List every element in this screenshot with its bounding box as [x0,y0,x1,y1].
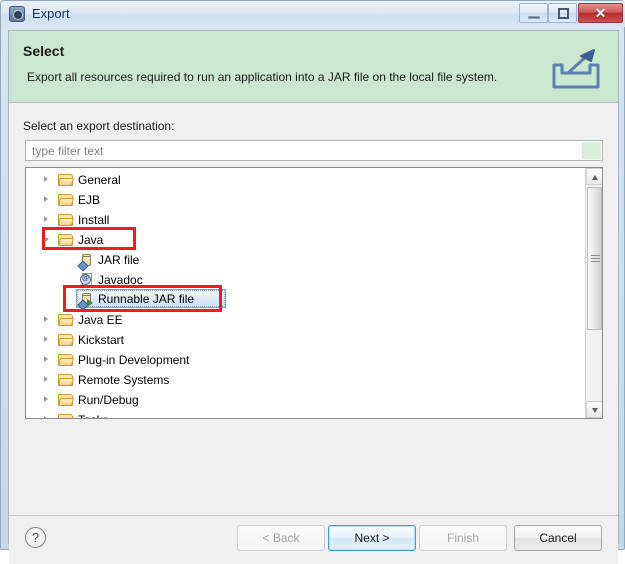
folder-icon [58,314,74,326]
chevron-right-icon[interactable] [44,216,48,222]
tree-item-label: Remote Systems [78,373,170,387]
dialog-button-bar: ? < Back Next > Finish Cancel [9,515,618,564]
chevron-right-icon[interactable] [44,176,48,182]
filter-input-wrapper[interactable]: type filter text [25,140,603,161]
export-destination-tree[interactable]: General EJB Install Java JAR file @ Java… [25,167,603,419]
cancel-button[interactable]: Cancel [514,525,602,551]
next-button[interactable]: Next > [328,525,416,551]
page-title: Select [23,43,65,59]
folder-icon [58,214,74,226]
tree-item-label: EJB [78,193,101,207]
tree-item-label: JAR file [98,253,140,267]
chevron-right-icon[interactable] [44,396,48,402]
scroll-up-button[interactable] [586,168,602,185]
chevron-right-icon[interactable] [44,416,48,418]
page-description: Export all resources required to run an … [27,70,498,84]
scrollbar-grip-icon [591,254,600,263]
help-icon[interactable]: ? [25,527,46,548]
close-icon: ✕ [594,5,607,21]
export-tray-arrow-icon [552,49,600,89]
dialog-content: Select Export all resources required to … [8,30,619,564]
runnable-jar-file-highlight [63,285,222,312]
chevron-right-icon[interactable] [44,316,48,322]
filter-input[interactable]: type filter text [32,144,103,158]
tree-item-label: General [78,173,121,187]
finish-button[interactable]: Finish [419,525,507,551]
jar-file-icon [77,253,93,272]
folder-icon [58,374,74,386]
filter-clear-icon[interactable] [582,142,601,159]
tree-item-label: Tasks [78,410,109,418]
tree-item-label: Plug-in Development [78,353,190,367]
export-dialog-window: Export ✕ Select Export all resources req… [0,0,625,564]
folder-icon [58,334,74,346]
tree-item-label: Kickstart [78,333,125,347]
maximize-button[interactable] [548,3,577,23]
window-controls: ✕ [519,3,623,24]
back-button[interactable]: < Back [237,525,325,551]
tree-item-label: Java EE [78,313,123,327]
export-gear-icon [9,6,25,22]
chevron-right-icon[interactable] [44,196,48,202]
chevron-right-icon[interactable] [44,336,48,342]
destination-label: Select an export destination: [23,119,175,133]
tree-items: General EJB Install Java JAR file @ Java… [26,168,584,418]
chevron-right-icon[interactable] [44,356,48,362]
scrollbar-thumb[interactable] [587,187,602,330]
wizard-header: Select Export all resources required to … [9,31,618,103]
folder-icon [58,394,74,406]
java-node-highlight [42,227,136,250]
tree-vertical-scrollbar[interactable] [585,168,602,418]
chevron-right-icon[interactable] [44,376,48,382]
folder-icon [58,414,73,418]
folder-icon [58,354,74,366]
folder-icon [58,174,74,186]
scroll-down-button[interactable] [586,401,602,418]
close-button[interactable]: ✕ [578,3,623,23]
tree-item-label: Run/Debug [78,393,139,407]
folder-icon [58,194,74,206]
title-bar: Export ✕ [1,1,625,27]
minimize-button[interactable] [519,3,548,23]
dialog-body: Select an export destination: type filte… [9,103,618,515]
window-title: Export [32,6,70,21]
